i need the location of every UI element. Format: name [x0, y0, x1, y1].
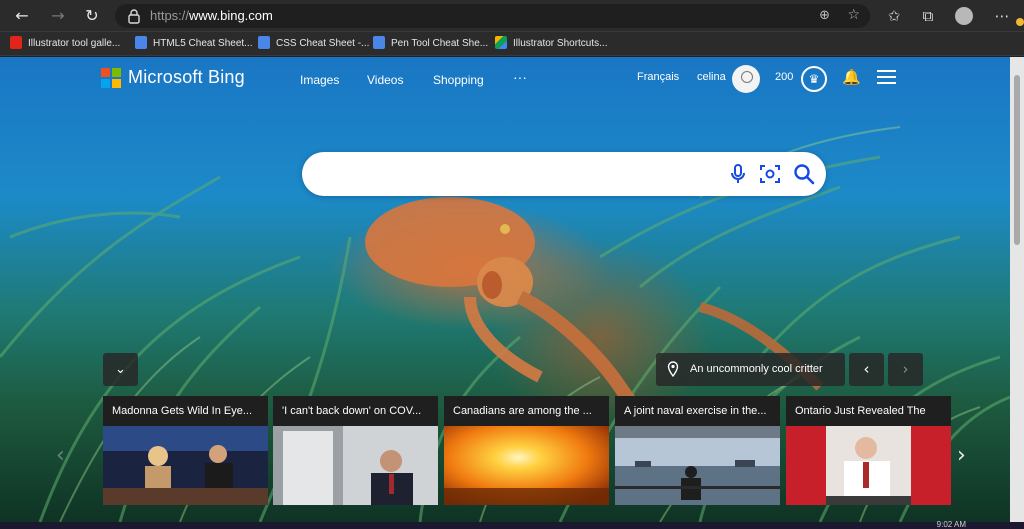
- nav-videos[interactable]: Videos: [367, 73, 403, 87]
- search-icon[interactable]: [792, 162, 816, 186]
- favorite-label: Pen Tool Cheat She...: [391, 38, 489, 49]
- update-badge: [1016, 18, 1024, 26]
- bing-homepage: Microsoft Bing Images Videos Shopping ··…: [0, 57, 1010, 522]
- news-card-title: A joint naval exercise in the...: [615, 396, 780, 426]
- next-image-button[interactable]: ›: [888, 353, 923, 386]
- trophy-icon[interactable]: ♛: [801, 66, 827, 92]
- microphone-icon[interactable]: [726, 162, 750, 186]
- nav-more[interactable]: ···: [513, 69, 527, 85]
- favorites-icon[interactable]: ✩: [884, 6, 904, 26]
- user-avatar[interactable]: [732, 65, 760, 93]
- taskbar-clock: 9:02 AM: [936, 520, 966, 529]
- lock-icon[interactable]: [127, 8, 141, 24]
- url-text[interactable]: https://www.bing.com: [150, 8, 273, 24]
- address-bar[interactable]: https://www.bing.com ⊕ ☆: [115, 4, 870, 28]
- search-input[interactable]: [322, 162, 722, 186]
- url-scheme: https://: [150, 8, 190, 23]
- microsoft-logo-icon: [101, 68, 121, 88]
- doc-icon: [258, 36, 270, 49]
- more-icon[interactable]: ⋯: [992, 6, 1012, 26]
- news-card-image: [444, 426, 609, 505]
- news-card[interactable]: Madonna Gets Wild In Eye...: [103, 396, 268, 505]
- language-link[interactable]: Français: [637, 71, 679, 83]
- star-add-icon[interactable]: ☆: [847, 7, 860, 23]
- news-card-title: Ontario Just Revealed The: [786, 396, 951, 426]
- nav-shopping[interactable]: Shopping: [433, 73, 484, 87]
- news-card-image: [615, 426, 780, 505]
- favorite-label: Illustrator Shortcuts...: [513, 38, 608, 49]
- image-info-button[interactable]: An uncommonly cool critter: [656, 353, 845, 386]
- collections-icon[interactable]: ⧉: [918, 6, 938, 26]
- favorite-item[interactable]: Illustrator tool galle...: [10, 36, 120, 52]
- page-scrollbar[interactable]: [1010, 57, 1024, 522]
- profile-avatar[interactable]: [955, 7, 973, 25]
- doc-icon: [135, 36, 147, 49]
- news-card[interactable]: Ontario Just Revealed The: [786, 396, 951, 505]
- visual-search-icon[interactable]: [758, 162, 782, 186]
- logo-text: Microsoft Bing: [128, 67, 245, 87]
- carousel-prev-icon[interactable]: ‹: [56, 443, 65, 468]
- collapse-feed-button[interactable]: ⌄: [103, 353, 138, 386]
- zoom-icon[interactable]: ⊕: [819, 8, 830, 23]
- news-card-image: [786, 426, 951, 505]
- news-card-image: [273, 426, 438, 505]
- favorites-bar: Illustrator tool galle... HTML5 Cheat Sh…: [0, 32, 1024, 56]
- location-pin-icon: [667, 361, 679, 377]
- taskbar: 9:02 AM: [0, 520, 1024, 529]
- doc-icon: [373, 36, 385, 49]
- forward-button[interactable]: →: [48, 6, 68, 26]
- news-card-title: 'I can't back down' on COV...: [273, 396, 438, 426]
- favorite-item[interactable]: CSS Cheat Sheet -...: [258, 36, 369, 52]
- favorite-label: CSS Cheat Sheet -...: [276, 38, 370, 49]
- news-card[interactable]: 'I can't back down' on COV...: [273, 396, 438, 505]
- nav-images[interactable]: Images: [300, 73, 339, 87]
- rewards-points[interactable]: 200: [775, 71, 793, 83]
- news-card-image: [103, 426, 268, 505]
- refresh-button[interactable]: ↻: [82, 6, 102, 26]
- url-host: www.bing.com: [189, 8, 273, 23]
- news-card[interactable]: Canadians are among the ...: [444, 396, 609, 505]
- bell-icon[interactable]: 🔔: [842, 68, 861, 86]
- carousel-next-icon[interactable]: ›: [957, 443, 966, 468]
- news-card-title: Canadians are among the ...: [444, 396, 609, 426]
- favorite-item[interactable]: Illustrator Shortcuts...: [495, 36, 607, 52]
- menu-icon[interactable]: [877, 70, 896, 84]
- favorite-item[interactable]: Pen Tool Cheat She...: [373, 36, 488, 52]
- drive-icon: [495, 36, 507, 49]
- scrollbar-thumb[interactable]: [1014, 75, 1020, 245]
- search-box[interactable]: [302, 152, 826, 196]
- back-button[interactable]: ←: [12, 6, 32, 26]
- news-card-title: Madonna Gets Wild In Eye...: [103, 396, 268, 426]
- user-name[interactable]: celina: [697, 71, 726, 83]
- image-caption: An uncommonly cool critter: [690, 363, 823, 375]
- news-card[interactable]: A joint naval exercise in the...: [615, 396, 780, 505]
- favorite-item[interactable]: HTML5 Cheat Sheet...: [135, 36, 253, 52]
- browser-toolbar: ← → ↻ https://www.bing.com ⊕ ☆ ✩ ⧉ ⋯: [0, 0, 1024, 32]
- adobe-icon: [10, 36, 22, 49]
- favorite-label: Illustrator tool galle...: [28, 38, 121, 49]
- previous-image-button[interactable]: ‹: [849, 353, 884, 386]
- favorite-label: HTML5 Cheat Sheet...: [153, 38, 253, 49]
